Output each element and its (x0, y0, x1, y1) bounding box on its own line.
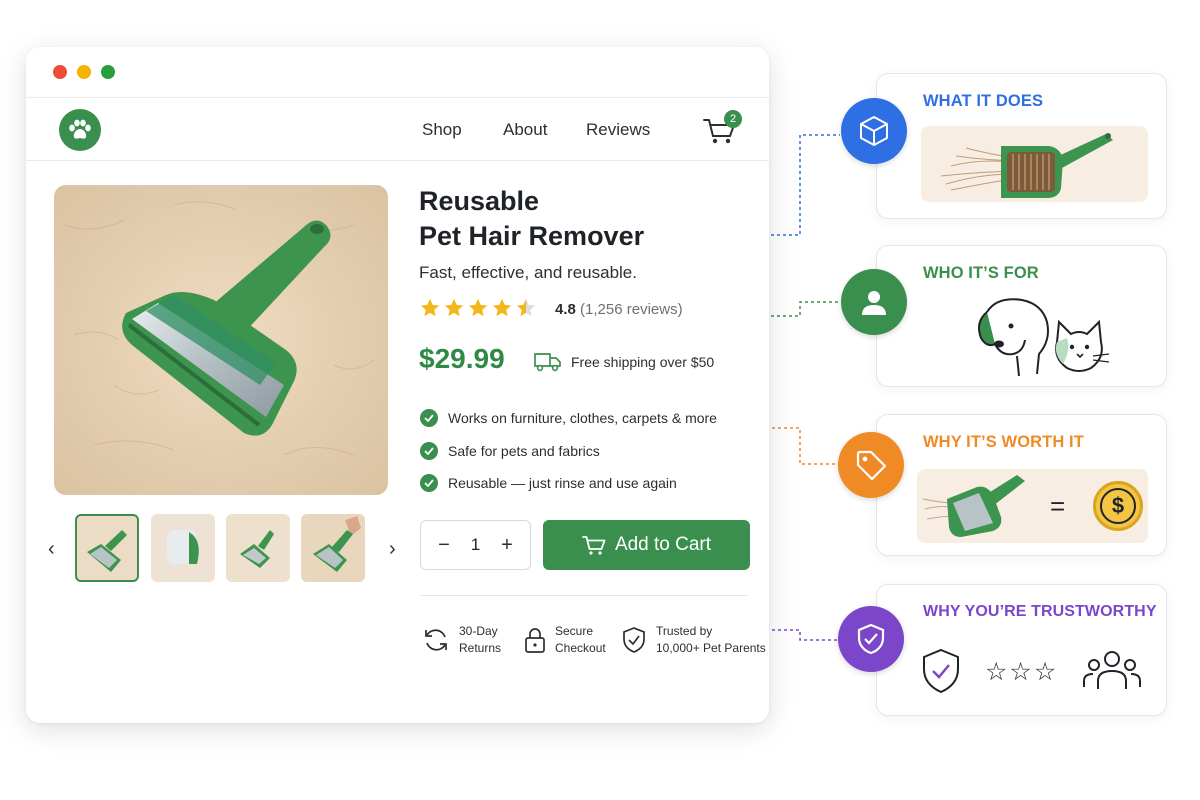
feature-text: Works on furniture, clothes, carpets & m… (448, 410, 717, 427)
nav-link-about[interactable]: About (503, 120, 547, 140)
add-to-cart-label: Add to Cart (614, 534, 712, 555)
shield-check-icon (923, 648, 959, 694)
feature-text: Reusable — just rinse and use again (448, 475, 677, 492)
increment-button[interactable]: + (498, 534, 516, 557)
paw-icon[interactable] (59, 109, 101, 151)
box-icon (841, 98, 907, 164)
tag-icon (838, 432, 904, 498)
callout-title: WHY IT’S WORTH IT (923, 433, 1084, 451)
thumbnail-3[interactable] (226, 514, 290, 582)
chevron-left-icon[interactable]: ‹ (48, 538, 55, 561)
shipping-info: Free shipping over $50 (571, 354, 715, 370)
shield-check-icon (838, 606, 904, 672)
callout-image (921, 126, 1148, 202)
thumbnail-4[interactable] (301, 514, 365, 582)
callout-title: WHY YOU’RE TRUSTWORTHY (923, 603, 1157, 620)
add-to-cart-button[interactable]: Add to Cart (543, 520, 750, 570)
trust-badge-returns: 30-Day Returns (422, 623, 501, 657)
nav-link-reviews[interactable]: Reviews (586, 120, 650, 140)
cart-count-badge: 2 (724, 110, 742, 128)
product-price: $29.99 (419, 343, 505, 374)
refresh-icon (425, 629, 447, 651)
product-main-image[interactable] (54, 185, 388, 495)
truck-icon (534, 353, 561, 372)
trust-badge-line1: Secure (555, 624, 594, 638)
thumbnail-2[interactable] (151, 514, 215, 582)
callout-worth-it: WHY IT’S WORTH IT = $ (876, 414, 1167, 556)
rating-value: 4.8 (555, 301, 576, 318)
lock-icon (525, 628, 545, 653)
star-icon (492, 298, 512, 317)
product-title: Reusable Pet Hair Remover (419, 184, 644, 254)
product-subtitle: Fast, effective, and reusable. (419, 263, 637, 282)
star-icon (444, 298, 464, 317)
list-item: Reusable — just rinse and use again (420, 467, 717, 500)
trust-badge-trusted: Trusted by 10,000+ Pet Parents (621, 623, 766, 657)
check-circle-icon (420, 409, 438, 428)
check-circle-icon (420, 441, 438, 460)
callout-what-it-does: WHAT IT DOES (876, 73, 1167, 219)
divider (420, 595, 748, 596)
star-icon (420, 298, 440, 317)
review-count: (1,256 reviews) (580, 301, 683, 318)
quantity-value[interactable]: 1 (471, 535, 480, 555)
site-header: Shop About Reviews 2 (26, 97, 769, 161)
callout-title: WHAT IT DOES (923, 92, 1044, 110)
decrement-button[interactable]: − (435, 534, 453, 557)
minimize-window-button[interactable] (77, 65, 91, 79)
close-window-button[interactable] (53, 65, 67, 79)
trust-badge-line2: Returns (459, 641, 502, 655)
quantity-stepper: − 1 + (420, 520, 531, 570)
rating-summary[interactable]: 4.8 (1,256 reviews) (555, 301, 683, 318)
thumbnail-1[interactable] (75, 514, 139, 582)
trust-badge-checkout: Secure Checkout (524, 623, 606, 657)
star-icon (516, 298, 536, 317)
star-outline-icon: ☆☆☆ (985, 658, 1059, 686)
feature-text: Safe for pets and fabrics (448, 442, 600, 459)
product-title-line2: Pet Hair Remover (419, 221, 645, 251)
rating-stars (419, 297, 537, 319)
title-bar (26, 47, 769, 97)
product-title-line1: Reusable (419, 186, 540, 216)
star-icon (468, 298, 488, 317)
connector-trustworthy (760, 629, 840, 641)
feature-list: Works on furniture, clothes, carpets & m… (420, 402, 717, 500)
callout-title: WHO IT’S FOR (923, 264, 1039, 282)
maximize-window-button[interactable] (101, 65, 115, 79)
callout-who-its-for: WHO IT’S FOR (876, 245, 1167, 387)
coin-icon: $ (1093, 481, 1143, 531)
callout-image: = $ (917, 469, 1148, 543)
person-icon (841, 269, 907, 335)
callout-trustworthy: WHY YOU’RE TRUSTWORTHY ☆☆☆ (876, 584, 1167, 716)
list-item: Safe for pets and fabrics (420, 435, 717, 468)
trust-badge-line1: Trusted by (656, 624, 713, 638)
shield-check-icon (623, 627, 645, 653)
dog-and-cat-icon (978, 298, 1110, 377)
people-group-icon (1083, 651, 1141, 689)
trust-badge-line2: Checkout (555, 641, 606, 655)
trust-badge-line2: 10,000+ Pet Parents (656, 641, 766, 655)
nav-link-shop[interactable]: Shop (422, 120, 462, 140)
svg-text:=: = (1050, 491, 1065, 521)
trust-badge-line1: 30-Day (459, 624, 498, 638)
cart-icon (582, 536, 606, 555)
browser-window: Shop About Reviews 2 ‹ › Reusable Pet Ha… (26, 47, 769, 723)
chevron-right-icon[interactable]: › (389, 538, 396, 561)
thumbnail-gallery: ‹ › (44, 514, 404, 584)
list-item: Works on furniture, clothes, carpets & m… (420, 402, 717, 435)
check-circle-icon (420, 474, 438, 493)
